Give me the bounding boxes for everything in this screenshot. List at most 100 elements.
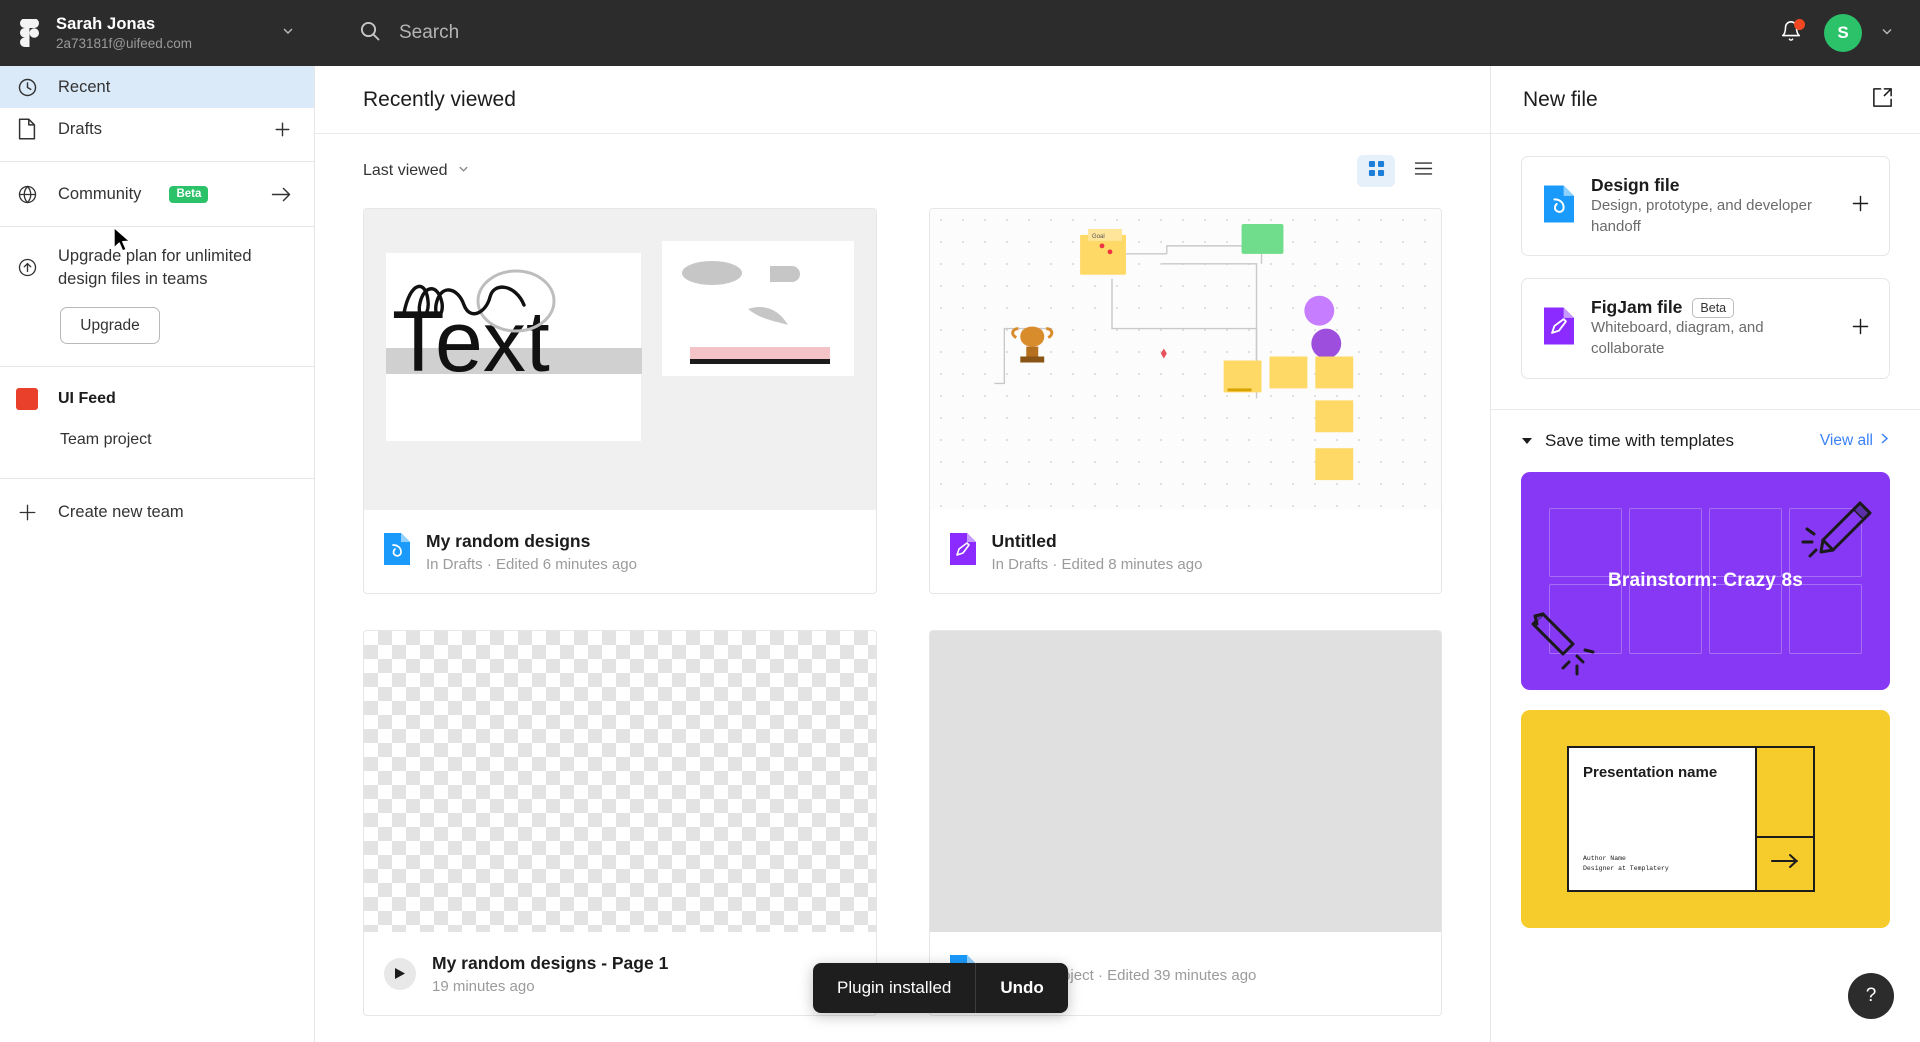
team-name: UI Feed <box>58 390 116 408</box>
new-figjam-file-card[interactable]: FigJam file Beta Whiteboard, diagram, an… <box>1521 278 1890 379</box>
search-icon <box>359 20 381 47</box>
sidebar-item-recent[interactable]: Recent <box>0 66 314 108</box>
sidebar-item-team-project[interactable]: Team project <box>0 420 314 460</box>
figjam-beta-badge: Beta <box>1692 297 1735 318</box>
figma-file-browser: Sarah Jonas 2a73181f@uifeed.com Search S… <box>0 0 1920 1042</box>
right-panel: New file Design file Design, prototype, … <box>1490 66 1920 1042</box>
play-prototype-icon <box>384 957 416 990</box>
main-content: Recently viewed Last viewed Text My rand… <box>315 66 1490 1042</box>
list-view-button[interactable] <box>1404 155 1442 187</box>
sort-and-view-bar: Last viewed <box>363 134 1442 208</box>
file-grid: Text My random designs In Drafts · Edite… <box>363 208 1442 1042</box>
templates-section-header: Save time with templates View all <box>1521 410 1890 472</box>
divider <box>0 161 314 162</box>
avatar[interactable]: S <box>1824 14 1862 52</box>
template-slide-side <box>1757 745 1815 892</box>
upgrade-button[interactable]: Upgrade <box>60 307 160 345</box>
divider <box>0 226 314 227</box>
grid-view-button[interactable] <box>1357 155 1395 187</box>
page-title: Recently viewed <box>363 87 516 111</box>
template-author-role: Designer at Templatery <box>1583 865 1669 872</box>
upgrade-text: Upgrade plan for unlimited design files … <box>58 247 252 288</box>
right-panel-header: New file <box>1491 66 1920 134</box>
plus-icon <box>14 502 40 523</box>
file-card[interactable]: My random designs - Page 1 19 minutes ag… <box>363 630 877 1016</box>
figjam-file-icon <box>949 533 976 570</box>
file-thumbnail[interactable] <box>928 630 1442 932</box>
create-figjam-file-plus-icon[interactable] <box>1850 316 1871 342</box>
grid-icon <box>1368 160 1385 182</box>
account-name: Sarah Jonas <box>56 14 156 33</box>
design-file-icon <box>384 533 410 570</box>
template-author: Author Name <box>1583 855 1626 863</box>
top-bar: Sarah Jonas 2a73181f@uifeed.com Search S <box>0 0 1920 66</box>
templates-section-title: Save time with templates <box>1545 430 1734 450</box>
file-icon <box>14 118 40 140</box>
clock-icon <box>14 77 40 98</box>
upgrade-promo: Upgrade plan for unlimited design files … <box>0 238 314 290</box>
new-design-file-card[interactable]: Design file Design, prototype, and devel… <box>1521 156 1890 257</box>
sidebar: Recent Drafts Community Beta Upgrade pla… <box>0 66 315 1042</box>
new-file-card-desc: Whiteboard, diagram, and collaborate <box>1591 319 1764 358</box>
sidebar-item-drafts[interactable]: Drafts <box>0 108 314 150</box>
toast-undo-button[interactable]: Undo <box>976 963 1067 1013</box>
figma-logo-icon <box>14 19 44 47</box>
upgrade-arrow-icon <box>14 244 40 290</box>
file-thumbnail[interactable] <box>363 630 877 932</box>
divider <box>0 478 314 480</box>
view-all-templates-link[interactable]: View all <box>1820 432 1890 450</box>
sidebar-label-drafts: Drafts <box>58 119 103 138</box>
figjam-file-icon <box>1544 307 1574 350</box>
triangle-down-icon[interactable] <box>1521 431 1533 451</box>
file-name: Untitled <box>991 530 1057 551</box>
new-file-card-title: Design file <box>1591 175 1680 195</box>
toast-message: Plugin installed <box>837 978 952 997</box>
new-file-card-desc: Design, prototype, and developer handoff <box>1591 197 1812 235</box>
search-input[interactable]: Search <box>399 22 459 44</box>
account-menu[interactable]: Sarah Jonas 2a73181f@uifeed.com <box>0 0 315 66</box>
sidebar-item-team-ui-feed[interactable]: UI Feed <box>0 378 314 420</box>
team-color-swatch <box>14 388 40 411</box>
template-slide-preview: Presentation name Author Name Designer a… <box>1567 745 1757 892</box>
account-chevron-down-icon[interactable] <box>1880 24 1894 43</box>
file-card[interactable]: Goal Untitled In Drafts · Edited 8 minut… <box>928 208 1442 594</box>
new-file-card-title: FigJam file Beta <box>1591 297 1833 318</box>
divider <box>0 366 314 368</box>
team-project-label: Team project <box>60 431 152 449</box>
file-thumbnail[interactable]: Text <box>363 208 877 510</box>
create-new-team-button[interactable]: Create new team <box>0 490 314 534</box>
file-thumbnail[interactable]: Goal <box>928 208 1442 510</box>
arrow-right-icon[interactable] <box>271 186 292 203</box>
notifications-button[interactable] <box>1776 18 1806 48</box>
file-name: My random designs <box>426 530 591 551</box>
sort-label: Last viewed <box>363 162 448 179</box>
file-meta: My random designs In Drafts · Edited 6 m… <box>363 510 877 594</box>
template-label: Presentation name <box>1583 763 1718 781</box>
file-card[interactable]: Text My random designs In Drafts · Edite… <box>363 208 877 594</box>
pencil-icon <box>1801 501 1872 558</box>
template-card-crazy8s[interactable]: Brainstorm: Crazy 8s <box>1521 471 1890 690</box>
sidebar-label-recent: Recent <box>58 77 111 96</box>
search-bar[interactable]: Search <box>315 20 1776 47</box>
file-name: My random designs - Page 1 <box>432 952 669 973</box>
team-square-icon <box>16 388 38 411</box>
chevron-down-icon[interactable] <box>281 24 295 43</box>
arrow-right-icon <box>1770 853 1800 874</box>
svg-text:Goal: Goal <box>1092 234 1105 240</box>
template-card-presentation[interactable]: Presentation name Author Name Designer a… <box>1521 709 1890 928</box>
file-card[interactable]: In Team project · Edited 39 minutes ago <box>928 630 1442 1016</box>
toast-notification: Plugin installed Undo <box>813 963 1068 1013</box>
app-body: Recent Drafts Community Beta Upgrade pla… <box>0 66 1920 1042</box>
template-label: Brainstorm: Crazy 8s <box>1607 569 1804 591</box>
import-icon[interactable] <box>1871 86 1894 114</box>
new-file-title: New file <box>1523 87 1598 111</box>
pencil-icon <box>1531 612 1595 676</box>
help-button[interactable]: ? <box>1848 973 1894 1019</box>
svg-text:Text: Text <box>392 294 550 390</box>
community-beta-badge: Beta <box>169 185 209 203</box>
sort-dropdown[interactable]: Last viewed <box>363 162 470 180</box>
main-header: Recently viewed <box>315 66 1490 134</box>
new-draft-plus-icon[interactable] <box>273 120 292 139</box>
create-design-file-plus-icon[interactable] <box>1850 193 1871 219</box>
sidebar-item-community[interactable]: Community Beta <box>0 173 314 215</box>
